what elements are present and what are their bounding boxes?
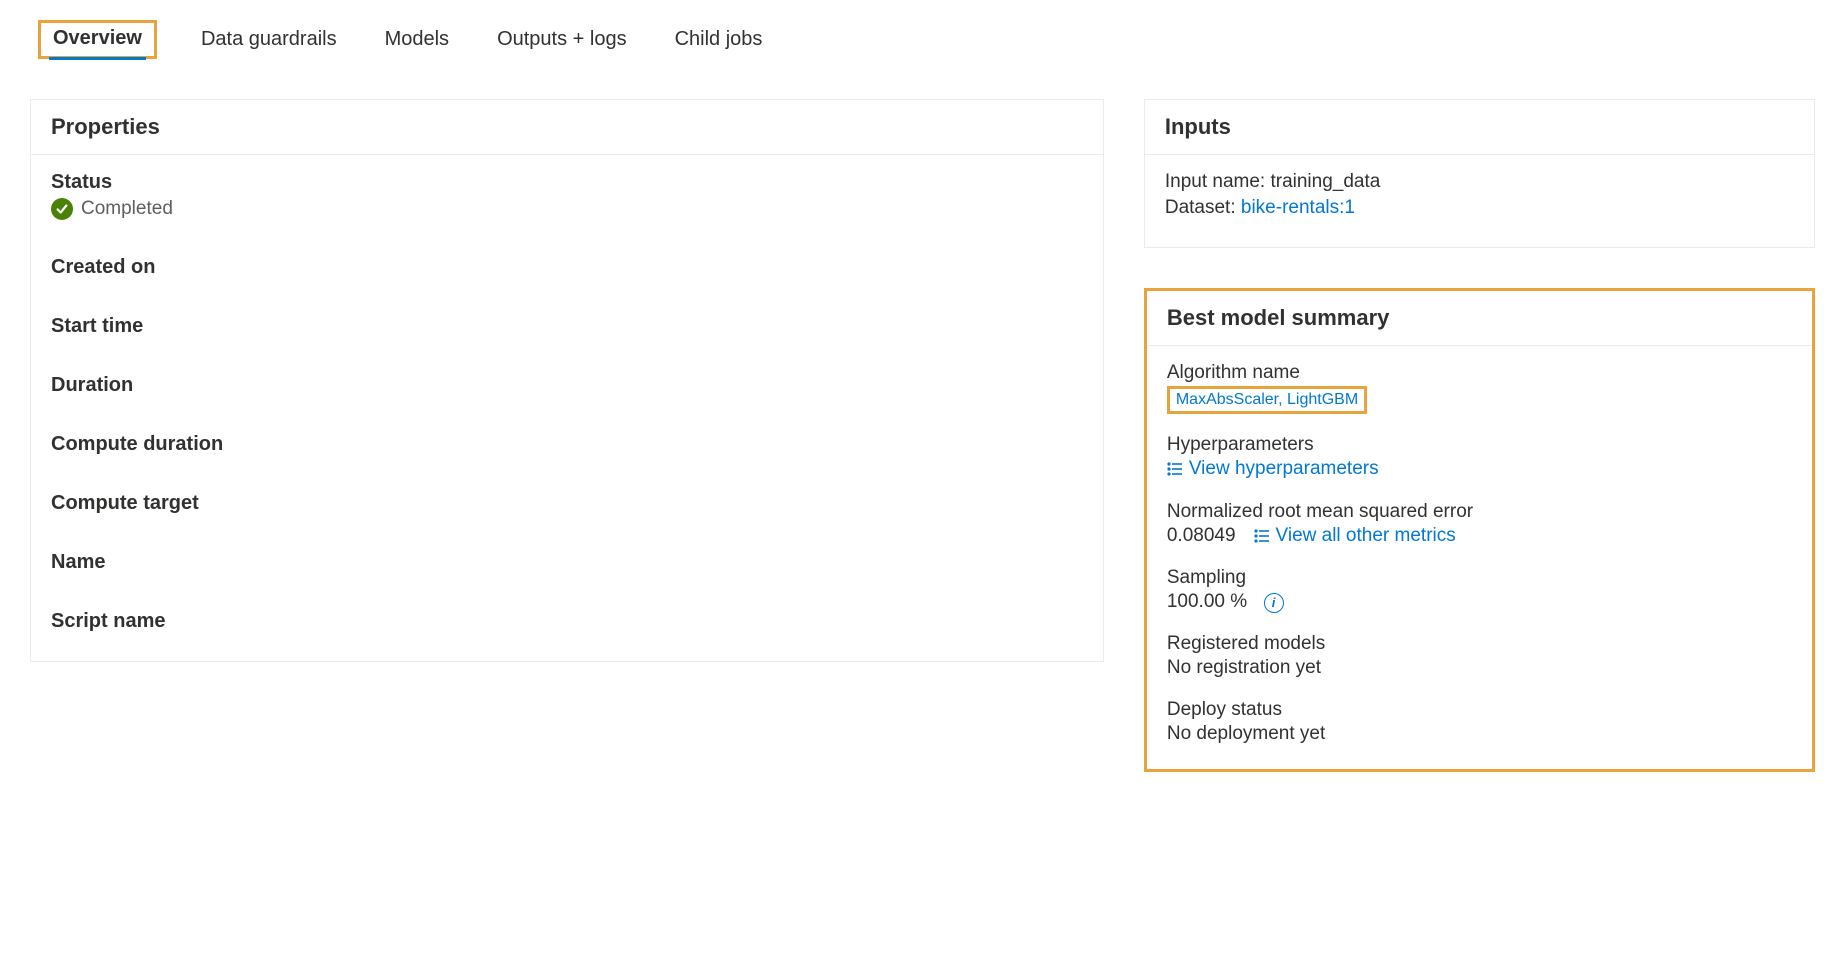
input-name-label: Input name: <box>1165 171 1265 192</box>
view-metrics-text: View all other metrics <box>1276 525 1456 547</box>
tabs-bar: Overview Data guardrails Models Outputs … <box>30 20 1815 59</box>
duration-label: Duration <box>51 374 1083 397</box>
registered-label: Registered models <box>1167 633 1792 655</box>
sampling-label: Sampling <box>1167 567 1792 589</box>
created-on-label: Created on <box>51 256 1083 279</box>
content-area: Properties Status Completed Created on <box>30 99 1815 772</box>
properties-heading: Properties <box>31 100 1103 155</box>
right-panel: Inputs Input name: training_data Dataset… <box>1144 99 1815 772</box>
input-name-value: training_data <box>1270 171 1380 192</box>
registered-value: No registration yet <box>1167 657 1792 679</box>
tab-overview-highlight: Overview <box>38 20 157 59</box>
nrmse-label: Normalized root mean squared error <box>1167 501 1792 523</box>
view-hyperparameters-text: View hyperparameters <box>1189 458 1379 480</box>
deploy-value: No deployment yet <box>1167 723 1792 745</box>
compute-target-label: Compute target <box>51 492 1083 515</box>
script-name-label: Script name <box>51 610 1083 633</box>
algorithm-link[interactable]: MaxAbsScaler, LightGBM <box>1176 391 1358 408</box>
tab-child-jobs[interactable]: Child jobs <box>671 20 767 59</box>
dataset-label: Dataset: <box>1165 197 1236 218</box>
list-icon <box>1167 462 1183 476</box>
dataset-link[interactable]: bike-rentals:1 <box>1241 197 1355 218</box>
status-value: Completed <box>81 198 173 220</box>
tab-outputs-logs[interactable]: Outputs + logs <box>493 20 631 59</box>
status-label: Status <box>51 171 1083 194</box>
best-model-card: Best model summary Algorithm name MaxAbs… <box>1144 288 1815 772</box>
hyperparameters-label: Hyperparameters <box>1167 434 1792 456</box>
nrmse-value: 0.08049 <box>1167 525 1236 547</box>
status-completed-icon <box>51 198 73 220</box>
tab-overview[interactable]: Overview <box>49 19 146 60</box>
tab-models[interactable]: Models <box>381 20 453 59</box>
inputs-heading: Inputs <box>1145 100 1814 155</box>
best-model-heading: Best model summary <box>1147 291 1812 346</box>
list-icon <box>1254 529 1270 543</box>
properties-panel: Properties Status Completed Created on <box>30 99 1104 772</box>
view-hyperparameters-link[interactable]: View hyperparameters <box>1167 458 1379 480</box>
start-time-label: Start time <box>51 315 1083 338</box>
deploy-label: Deploy status <box>1167 699 1792 721</box>
algorithm-label: Algorithm name <box>1167 362 1792 384</box>
name-label: Name <box>51 551 1083 574</box>
sampling-value: 100.00 % <box>1167 591 1247 612</box>
compute-duration-label: Compute duration <box>51 433 1083 456</box>
view-metrics-link[interactable]: View all other metrics <box>1254 525 1456 547</box>
info-icon[interactable]: i <box>1264 593 1284 613</box>
tab-data-guardrails[interactable]: Data guardrails <box>197 20 341 59</box>
algorithm-highlight: MaxAbsScaler, LightGBM <box>1167 386 1367 414</box>
inputs-card: Inputs Input name: training_data Dataset… <box>1144 99 1815 248</box>
